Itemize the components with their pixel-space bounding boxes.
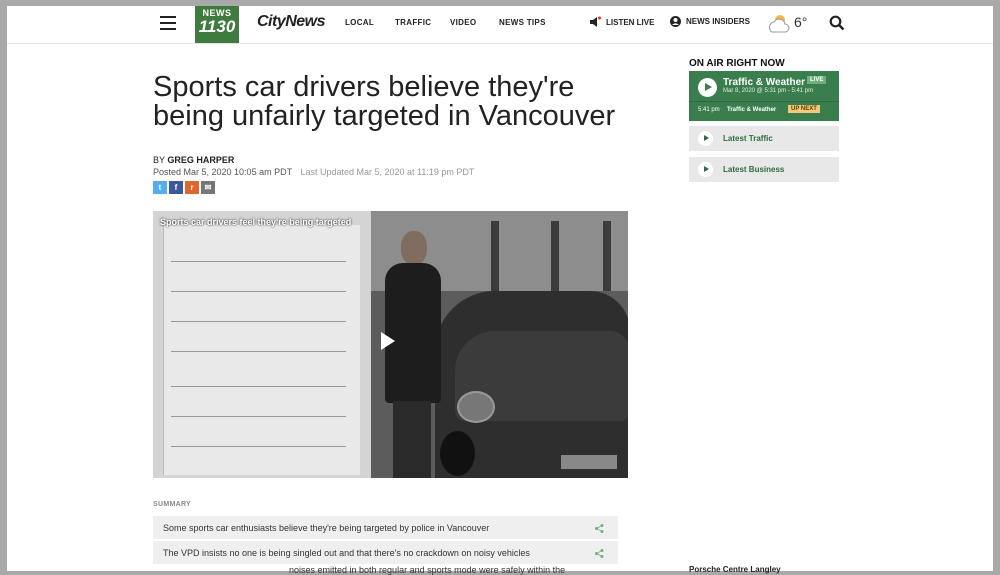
summary-item[interactable]: The VPD insists no one is being singled … (153, 541, 618, 565)
posted-date: Posted Mar 5, 2020 10:05 am PDT (153, 167, 292, 177)
menu-icon[interactable] (160, 16, 176, 30)
nav-video[interactable]: VIDEO (450, 18, 476, 27)
partly-cloudy-icon (769, 15, 790, 33)
nav-news-tips[interactable]: NEWS TIPS (499, 18, 546, 27)
live-badge: LIVE (807, 76, 827, 84)
sports-car (435, 291, 628, 478)
article-body-fragment: noises emitted in both regular and sport… (289, 565, 566, 575)
facebook-icon[interactable]: f (169, 181, 183, 194)
speaker-icon (590, 16, 601, 27)
byline-prefix: BY (153, 155, 165, 165)
summary-heading: SUMMARY (153, 501, 192, 508)
byline: BY GREG HARPER (153, 155, 234, 165)
divider (689, 101, 839, 102)
search-icon[interactable] (829, 15, 845, 31)
sidebar-bottom-fragment: Porsche Centre Langley (689, 565, 781, 574)
summary-text: The VPD insists no one is being singled … (163, 548, 530, 558)
site-header: NEWS 1130 CityNews LOCAL TRAFFIC VIDEO N… (7, 6, 993, 44)
latest-traffic-label: Latest Traffic (723, 134, 773, 143)
tree-trunk (491, 221, 499, 291)
latest-traffic-button[interactable]: Latest Traffic (689, 126, 839, 151)
video-title: Sports car drivers feel they're being ta… (160, 217, 352, 227)
ticket-image (153, 211, 371, 478)
post-dates: Posted Mar 5, 2020 10:05 am PDT Last Upd… (153, 167, 474, 177)
show-time: Mar 8, 2020 @ 5:31 pm - 5:41 pm (723, 88, 814, 94)
man-figure (381, 231, 441, 478)
video-player[interactable]: Sports car drivers feel they're being ta… (153, 211, 628, 478)
next-show: Traffic & Weather (727, 107, 777, 113)
tree-trunk (603, 221, 611, 291)
listen-live-label: LISTEN LIVE (606, 17, 655, 27)
play-icon[interactable] (698, 78, 717, 97)
man-legs (393, 401, 431, 478)
email-icon[interactable]: ✉ (201, 181, 215, 194)
reddit-icon[interactable]: r (185, 181, 199, 194)
citynews-logo[interactable]: CityNews (257, 13, 326, 31)
next-time: 5:41 pm (698, 107, 720, 113)
news-insiders-button[interactable]: NEWS INSIDERS (670, 16, 750, 27)
logo-number: 1130 (198, 17, 236, 36)
user-icon (670, 16, 681, 27)
play-icon[interactable] (381, 332, 395, 350)
ticket-line (171, 261, 346, 262)
play-icon (698, 162, 713, 177)
main-content: Sports car drivers believe they're being… (143, 44, 857, 575)
weather-widget[interactable]: 6° (767, 11, 807, 33)
nav-local[interactable]: LOCAL (345, 18, 374, 27)
share-icon[interactable] (595, 524, 604, 533)
man-head (401, 231, 427, 265)
ticket-paper (163, 225, 360, 475)
tree-trunk (551, 221, 559, 291)
news1130-logo[interactable]: NEWS 1130 (195, 6, 239, 43)
summary-text: Some sports car enthusiasts believe they… (163, 523, 490, 533)
on-air-card[interactable]: Traffic & Weather LIVE Mar 8, 2020 @ 5:3… (689, 71, 839, 121)
ticket-line (171, 386, 346, 387)
street-scene (371, 211, 628, 478)
on-air-heading: ON AIR RIGHT NOW (689, 58, 785, 69)
updated-date: Last Updated Mar 5, 2020 at 11:19 pm PDT (300, 167, 475, 177)
article-title: Sports car drivers believe they're being… (153, 71, 616, 133)
share-icon[interactable] (595, 549, 604, 558)
author-name[interactable]: GREG HARPER (167, 155, 234, 165)
news-insiders-label: NEWS INSIDERS (686, 17, 751, 26)
temperature: 6° (794, 14, 808, 30)
ticket-line (171, 291, 346, 292)
share-bar: t f r ✉ (153, 181, 215, 194)
twitter-icon[interactable]: t (153, 181, 167, 194)
ticket-line (171, 446, 346, 447)
car-headlight (457, 391, 495, 423)
up-next-badge: UP NEXT (788, 105, 820, 113)
ticket-line (171, 416, 346, 417)
left-gutter (7, 44, 143, 571)
summary-item[interactable]: Some sports car enthusiasts believe they… (153, 516, 618, 540)
latest-business-label: Latest Business (723, 165, 785, 174)
listen-live-button[interactable]: LISTEN LIVE (589, 16, 654, 28)
ticket-line (171, 321, 346, 322)
show-title: Traffic & Weather (723, 77, 806, 88)
right-gutter (857, 44, 993, 571)
nav-traffic[interactable]: TRAFFIC (395, 18, 431, 27)
play-icon (698, 131, 713, 146)
car-plate (561, 455, 617, 469)
car-wheel (440, 431, 475, 476)
latest-business-button[interactable]: Latest Business (689, 157, 839, 182)
ticket-line (171, 351, 346, 352)
